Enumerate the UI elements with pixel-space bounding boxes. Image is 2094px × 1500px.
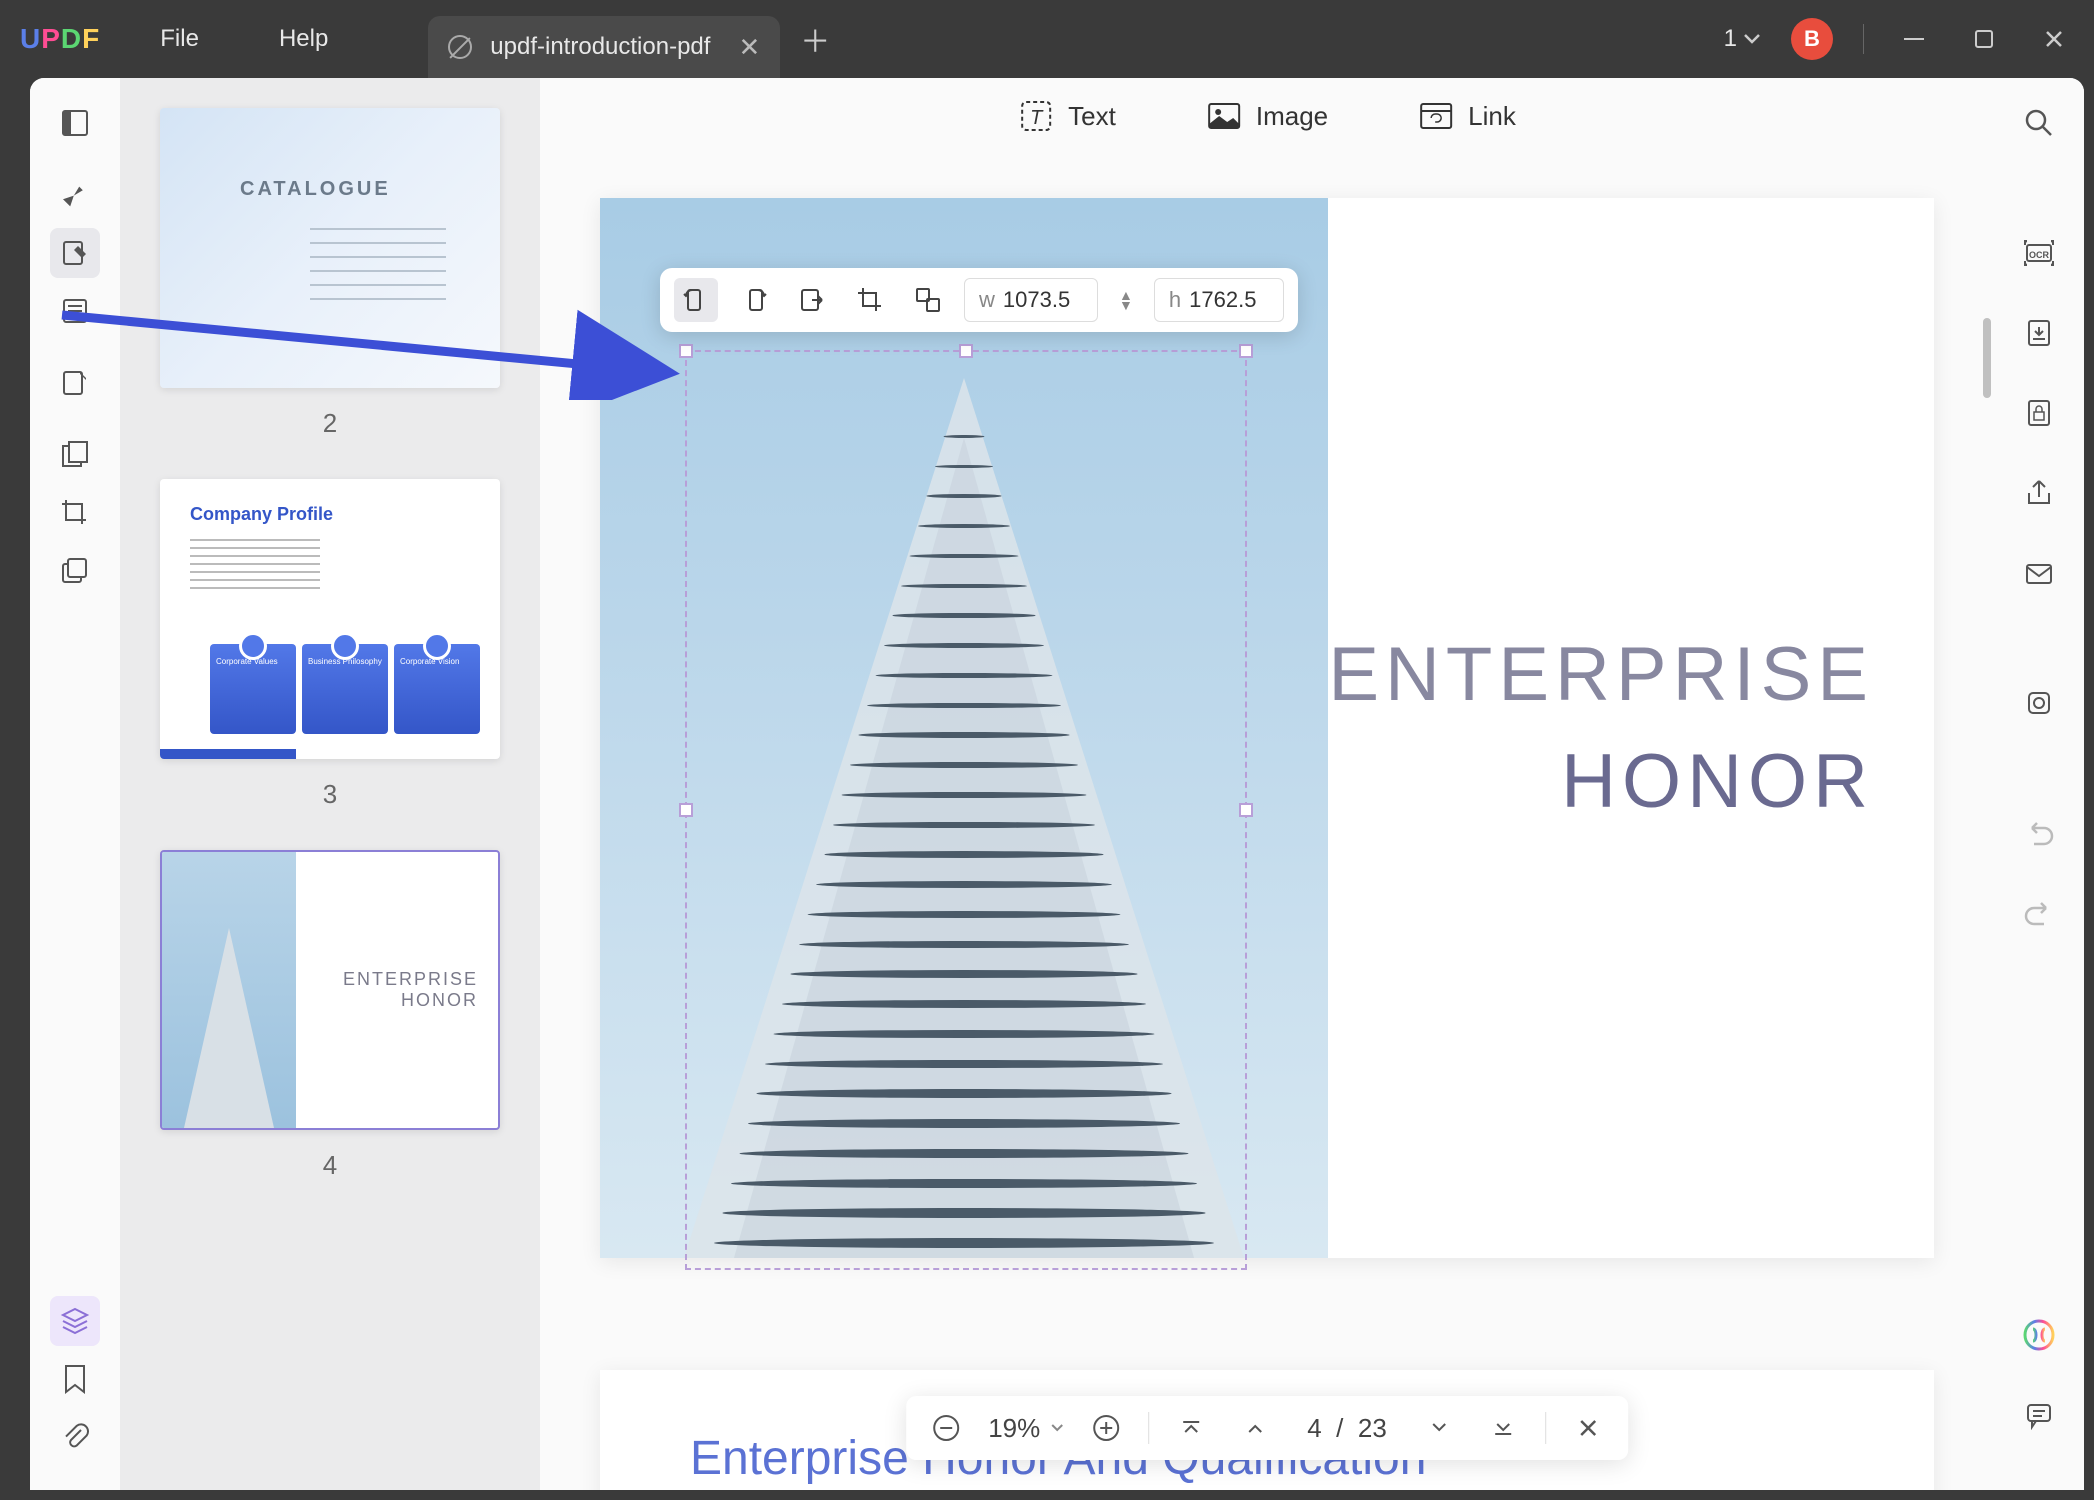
convert-icon[interactable] — [2014, 308, 2064, 358]
highlight-tool-icon[interactable] — [50, 170, 100, 220]
minimize-button[interactable] — [1894, 19, 1934, 59]
crop-icon[interactable] — [848, 278, 892, 322]
text-icon: T — [1018, 98, 1054, 134]
thumb-number: 3 — [160, 779, 500, 810]
search-icon[interactable] — [2014, 98, 2064, 148]
tab-close-icon[interactable]: ✕ — [738, 32, 760, 63]
rotate-right-icon[interactable] — [732, 278, 776, 322]
zoom-level[interactable]: 19% — [988, 1413, 1064, 1444]
ocr-icon[interactable]: OCR — [2014, 228, 2064, 278]
app-logo: UPDF — [20, 23, 100, 55]
image-selection-box[interactable] — [685, 350, 1247, 1270]
thumb-number: 2 — [160, 408, 500, 439]
tab-title: updf-introduction-pdf — [490, 33, 710, 61]
user-avatar[interactable]: B — [1791, 18, 1833, 60]
redo-icon[interactable] — [2014, 888, 2064, 938]
close-bar-icon[interactable] — [1566, 1406, 1610, 1450]
share-icon[interactable] — [2014, 468, 2064, 518]
title-bar: UPDF File Help updf-introduction-pdf ✕ ＋… — [0, 0, 2094, 78]
organize-tool-icon[interactable] — [50, 430, 100, 480]
left-toolbar — [30, 78, 120, 1490]
resize-handle[interactable] — [679, 344, 693, 358]
close-button[interactable] — [2034, 19, 2074, 59]
email-icon[interactable] — [2014, 548, 2064, 598]
protect-icon[interactable] — [2014, 388, 2064, 438]
width-input[interactable]: w 1073.5 — [964, 278, 1098, 322]
thumb-text: ENTERPRISE — [343, 969, 478, 990]
svg-text:T: T — [1030, 107, 1044, 129]
bookmark-icon[interactable] — [50, 1354, 100, 1404]
page-thumbnail-2[interactable]: CATALOGUE — [160, 108, 500, 388]
replace-icon[interactable] — [906, 278, 950, 322]
maximize-button[interactable] — [1964, 19, 2004, 59]
chevron-down-icon — [1743, 33, 1761, 45]
resize-handle[interactable] — [1239, 344, 1253, 358]
main-viewport: T Text Image Link ENTERPRIS — [540, 78, 1994, 1490]
prev-page-icon[interactable] — [1233, 1406, 1277, 1450]
form-tool-icon[interactable] — [50, 358, 100, 408]
page-thumbnail-3[interactable]: Company Profile Corporate Values Busines… — [160, 479, 500, 759]
thumb-text: HONOR — [401, 990, 478, 1011]
menu-help[interactable]: Help — [279, 25, 328, 53]
pages-tool-icon[interactable] — [50, 546, 100, 596]
edit-tool-icon[interactable] — [50, 228, 100, 278]
page-heading-line1: ENTERPRISE — [1328, 631, 1874, 718]
svg-text:OCR: OCR — [2029, 250, 2050, 260]
menu-file[interactable]: File — [160, 25, 199, 53]
edit-link-button[interactable]: Link — [1418, 98, 1516, 134]
chevron-down-icon — [1050, 1423, 1064, 1433]
thumb-title: CATALOGUE — [240, 178, 391, 201]
image-edit-toolbar: w 1073.5 ▲▼ h 1762.5 — [660, 268, 1298, 332]
right-toolbar: OCR — [1994, 78, 2084, 1490]
height-input[interactable]: h 1762.5 — [1154, 278, 1284, 322]
last-page-icon[interactable] — [1481, 1406, 1525, 1450]
resize-handle[interactable] — [1239, 803, 1253, 817]
first-page-icon[interactable] — [1169, 1406, 1213, 1450]
scrollbar-thumb[interactable] — [1983, 318, 1991, 398]
thumb-number: 4 — [160, 1150, 500, 1181]
reader-tool-icon[interactable] — [50, 286, 100, 336]
window-count-dropdown[interactable]: 1 — [1724, 25, 1761, 53]
page-heading-line2: HONOR — [1561, 738, 1874, 825]
link-icon — [1418, 98, 1454, 134]
rotate-left-icon[interactable] — [674, 278, 718, 322]
compress-icon[interactable] — [2014, 678, 2064, 728]
new-tab-button[interactable]: ＋ — [800, 17, 830, 61]
ai-assistant-icon[interactable] — [2014, 1310, 2064, 1360]
thumbnails-tool-icon[interactable] — [50, 98, 100, 148]
divider — [1863, 24, 1864, 54]
attachment-icon[interactable] — [50, 1412, 100, 1462]
edit-text-button[interactable]: T Text — [1018, 98, 1116, 134]
extract-icon[interactable] — [790, 278, 834, 322]
layers-icon[interactable] — [50, 1296, 100, 1346]
zoom-out-icon[interactable] — [924, 1406, 968, 1450]
page-thumbnail-4[interactable]: ENTERPRISE HONOR — [160, 850, 500, 1130]
page-indicator[interactable]: 4 / 23 — [1297, 1413, 1397, 1444]
document-tab[interactable]: updf-introduction-pdf ✕ — [428, 16, 780, 78]
crop-tool-icon[interactable] — [50, 488, 100, 538]
zoom-in-icon[interactable] — [1084, 1406, 1128, 1450]
thumb-title: Company Profile — [190, 504, 333, 525]
resize-handle[interactable] — [679, 803, 693, 817]
swap-dimensions-icon[interactable]: ▲▼ — [1112, 290, 1140, 310]
resize-handle[interactable] — [959, 344, 973, 358]
undo-icon[interactable] — [2014, 808, 2064, 858]
tab-file-icon — [448, 35, 472, 59]
bottom-nav-bar: 19% 4 / 23 — [906, 1396, 1628, 1460]
next-page-icon[interactable] — [1417, 1406, 1461, 1450]
comment-icon[interactable] — [2014, 1390, 2064, 1440]
thumbnail-panel: CATALOGUE 2 Company Profile Corporate Va… — [120, 78, 540, 1490]
edit-image-button[interactable]: Image — [1206, 98, 1328, 134]
image-icon — [1206, 98, 1242, 134]
edit-toolbar: T Text Image Link — [1018, 98, 1516, 134]
